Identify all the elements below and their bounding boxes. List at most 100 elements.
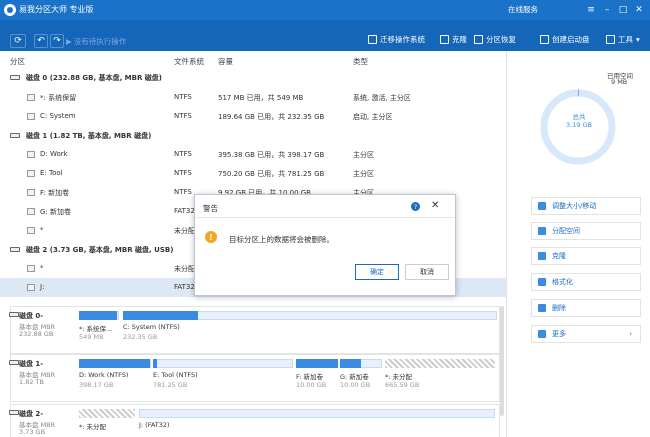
resize-move-button[interactable]: 调整大小/移动 bbox=[531, 197, 641, 215]
allocate-space-button[interactable]: 分配空间 bbox=[531, 222, 641, 240]
create-boot-disk-button[interactable]: 创建启动盘 bbox=[540, 34, 590, 45]
partition-row[interactable]: D: Work NTFS 395.38 GB 已用，共 398.17 GB 主分区 bbox=[0, 145, 506, 164]
segment-fill bbox=[123, 311, 198, 320]
recovery-icon bbox=[474, 35, 483, 44]
disk-map-1[interactable]: 磁盘 1- 基本盘 MBR 1.82 TB D: Work (NTFS) 398.… bbox=[9, 354, 500, 402]
column-filesystem[interactable]: 文件系统 bbox=[174, 56, 204, 67]
total-label: 总共 bbox=[572, 113, 586, 121]
format-icon bbox=[538, 278, 546, 286]
partition-label: C: System bbox=[40, 112, 76, 120]
disk-icon bbox=[9, 312, 19, 317]
partition-fs: NTFS bbox=[174, 93, 192, 101]
disk-segment[interactable]: C: System (NTFS) 232.35 GB bbox=[123, 311, 497, 349]
segment-fill bbox=[296, 359, 338, 368]
resize-icon bbox=[538, 202, 546, 210]
maximize-icon[interactable]: □ bbox=[616, 2, 630, 17]
segment-fill bbox=[340, 359, 361, 368]
disk-map-size: 1.82 TB bbox=[19, 378, 44, 386]
disk-row[interactable]: 磁盘 1 (1.82 TB, 基本盘, MBR 磁盘) bbox=[0, 126, 506, 145]
disk-icon bbox=[9, 410, 19, 415]
column-capacity[interactable]: 容量 bbox=[218, 56, 233, 67]
disk-map-size: 232.88 GB bbox=[19, 330, 54, 338]
tools-button[interactable]: 工具 ▾ bbox=[606, 34, 640, 45]
undo-button[interactable]: ↶ bbox=[34, 34, 48, 48]
disk-segment[interactable]: *: 系统保... 549 MB bbox=[79, 311, 119, 349]
used-space-value: 9 MB bbox=[611, 78, 628, 86]
delete-button[interactable]: 删除 bbox=[531, 299, 641, 317]
segment-fill bbox=[79, 359, 151, 368]
refresh-button[interactable]: ⟳ bbox=[10, 34, 26, 48]
close-icon[interactable]: ✕ bbox=[632, 2, 646, 17]
partition-label: J: bbox=[40, 283, 45, 291]
more-button[interactable]: 更多 › bbox=[531, 325, 641, 343]
clone-icon bbox=[538, 252, 546, 260]
menu-icon[interactable]: ≡ bbox=[584, 2, 598, 17]
disk-segment[interactable]: G: 新加卷 10.00 GB bbox=[340, 359, 382, 397]
disk-map-2[interactable]: 磁盘 2- 基本盘 MBR 3.73 GB *: 未分配 J: (FAT32) bbox=[9, 404, 500, 437]
app-logo-icon bbox=[4, 4, 16, 16]
cancel-button[interactable]: 取消 bbox=[405, 264, 449, 280]
disk-map-name: 磁盘 2- bbox=[19, 410, 44, 418]
disk-map-name: 磁盘 1- bbox=[19, 360, 44, 368]
partition-icon bbox=[27, 94, 35, 101]
disk-icon bbox=[9, 360, 19, 365]
partition-row[interactable]: C: System NTFS 189.64 GB 已用，共 232.35 GB 启动,… bbox=[0, 107, 506, 126]
column-partition[interactable]: 分区 bbox=[10, 56, 25, 67]
disk-segment[interactable]: F: 新加卷 10.00 GB bbox=[296, 359, 338, 397]
migrate-os-button[interactable]: 迁移操作系统 bbox=[368, 34, 425, 45]
dialog-message: 目标分区上的数据将会被删除。 bbox=[229, 235, 334, 244]
title-bar: 易我分区大师 专业版 在线服务 ≡ – □ ✕ bbox=[0, 0, 650, 20]
disk-map-0[interactable]: 磁盘 0- 基本盘 MBR 232.88 GB *: 系统保... 549 MB … bbox=[9, 306, 500, 354]
partition-label: *: 系统保留 bbox=[40, 94, 77, 102]
partition-row[interactable]: E: Tool NTFS 750.20 GB 已用，共 781.25 GB 主分区 bbox=[0, 164, 506, 183]
disk-segment[interactable]: J: (FAT32) bbox=[139, 409, 495, 437]
partition-label: * bbox=[40, 264, 44, 272]
right-panel: 已用空间 9 MB 总共 3.19 GB 调整大小/移动 分配空间 克隆 格式化… bbox=[506, 51, 650, 437]
pending-label: 没有待执行操作 bbox=[73, 36, 127, 46]
disk-label: 磁盘 0 (232.88 GB, 基本盘, MBR 磁盘) bbox=[26, 74, 162, 82]
partition-type: 启动, 主分区 bbox=[353, 113, 393, 121]
partition-recovery-button[interactable]: 分区恢复 bbox=[474, 34, 516, 45]
disk-segment-unallocated[interactable]: *: 未分配 bbox=[79, 409, 135, 437]
partition-fs: FAT32 bbox=[174, 283, 195, 291]
partition-type: 系统, 激活, 主分区 bbox=[353, 94, 411, 102]
clone-partition-button[interactable]: 克隆 bbox=[531, 247, 641, 265]
disk-label: 磁盘 1 (1.82 TB, 基本盘, MBR 磁盘) bbox=[26, 132, 152, 140]
partition-fs: 未分配 bbox=[174, 265, 195, 273]
dialog-close-icon[interactable]: ✕ bbox=[431, 200, 439, 211]
more-icon bbox=[538, 330, 546, 338]
tools-icon bbox=[606, 35, 615, 44]
partition-icon bbox=[27, 151, 35, 158]
partition-label: G: 新加卷 bbox=[40, 208, 72, 216]
partition-fs: NTFS bbox=[174, 112, 192, 120]
partition-fs: 未分配 bbox=[174, 227, 195, 235]
partition-type: 主分区 bbox=[353, 170, 374, 178]
partition-row[interactable]: *: 系统保留 NTFS 517 MB 已用，共 549 MB 系统, 激活, 主分区 bbox=[0, 88, 506, 107]
disk-segment[interactable]: E: Tool (NTFS) 781.25 GB bbox=[153, 359, 293, 397]
online-service-link[interactable]: 在线服务 bbox=[508, 4, 538, 15]
execute-pending-button[interactable]: ▶ 没有待执行操作 bbox=[66, 34, 126, 48]
partition-capacity: 189.64 GB 已用，共 232.35 GB bbox=[218, 113, 325, 121]
partition-label: F: 新加卷 bbox=[40, 189, 70, 197]
disk-row[interactable]: 磁盘 0 (232.88 GB, 基本盘, MBR 磁盘) bbox=[0, 68, 506, 87]
partition-icon bbox=[27, 208, 35, 215]
partition-label: E: Tool bbox=[40, 169, 63, 177]
redo-button[interactable]: ↷ bbox=[50, 34, 64, 48]
partition-fs: NTFS bbox=[174, 169, 192, 177]
disk-segment-unallocated[interactable]: *: 未分配 665.59 GB bbox=[385, 359, 495, 397]
disk-segment[interactable]: D: Work (NTFS) 398.17 GB bbox=[79, 359, 151, 397]
help-icon[interactable]: ? bbox=[411, 202, 420, 211]
scrollbar[interactable] bbox=[500, 306, 504, 416]
warning-dialog: 警告 ? ✕ ! 目标分区上的数据将会被删除。 确定 取消 bbox=[194, 194, 456, 296]
ok-button[interactable]: 确定 bbox=[355, 264, 399, 280]
column-type[interactable]: 类型 bbox=[353, 56, 368, 67]
format-button[interactable]: 格式化 bbox=[531, 273, 641, 291]
minimize-icon[interactable]: – bbox=[600, 2, 614, 17]
disk-icon bbox=[10, 247, 20, 252]
partition-fs: NTFS bbox=[174, 150, 192, 158]
delete-icon bbox=[538, 304, 546, 312]
partition-icon bbox=[27, 170, 35, 177]
partition-icon bbox=[27, 189, 35, 196]
partition-label: D: Work bbox=[40, 150, 68, 158]
clone-button[interactable]: 克隆 bbox=[440, 34, 467, 45]
